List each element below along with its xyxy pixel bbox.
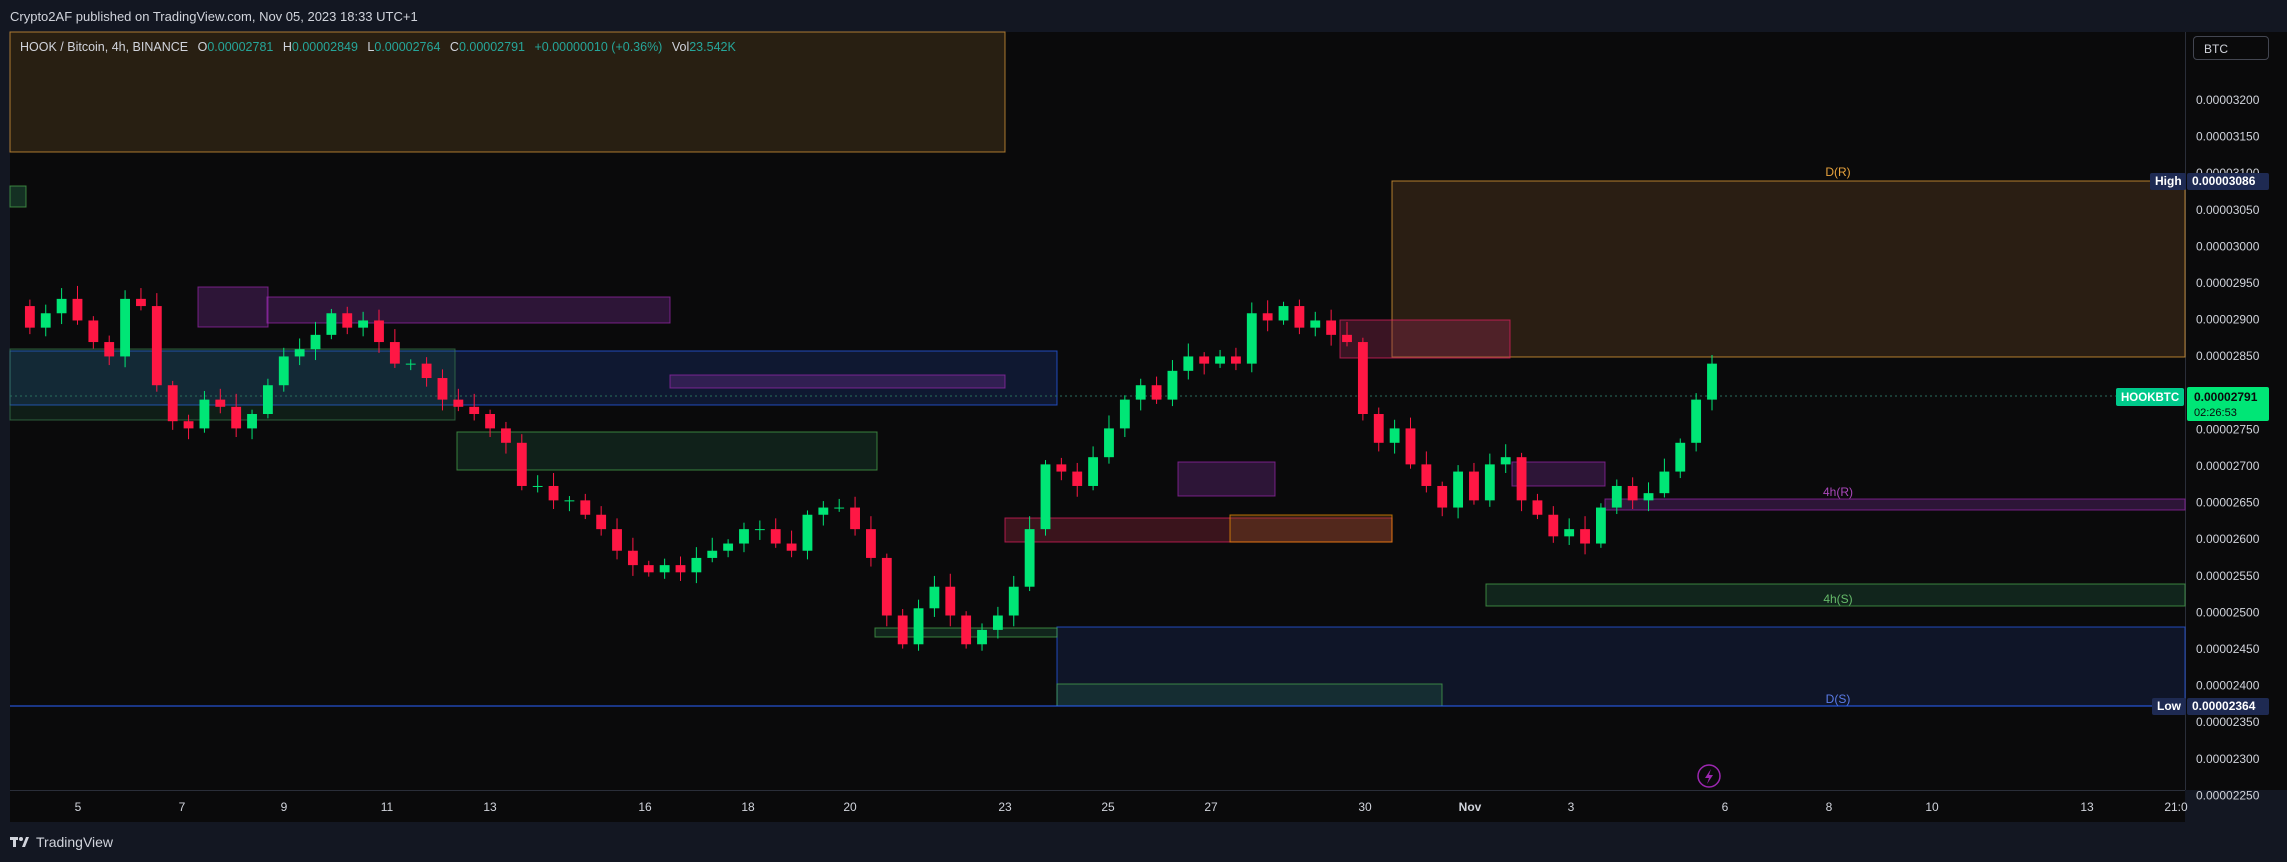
brand[interactable]: TradingView — [10, 834, 113, 850]
bottom-bar: TradingView — [0, 822, 2287, 862]
top-bar: Crypto2AF published on TradingView.com, … — [0, 0, 2287, 32]
tradingview-logo-icon — [10, 837, 29, 847]
close-value: 0.00002791 — [458, 40, 525, 54]
publisher-line: Crypto2AF published on TradingView.com, … — [10, 9, 418, 24]
currency-button[interactable]: BTC — [2193, 36, 2269, 60]
high-label: H — [282, 40, 292, 54]
change-value: +0.00000010 (+0.36%) — [534, 40, 663, 54]
open-value: 0.00002781 — [207, 40, 274, 54]
low-value: 0.00002764 — [374, 40, 441, 54]
high-value: 0.00002849 — [291, 40, 358, 54]
vol-label: Vol — [671, 40, 690, 54]
time-axis[interactable] — [10, 790, 2185, 823]
symbol-title: HOOK / Bitcoin, 4h, BINANCE — [20, 40, 189, 54]
close-label: C — [449, 40, 459, 54]
brand-label: TradingView — [36, 834, 114, 850]
open-label: O — [197, 40, 208, 54]
chart-pane[interactable] — [10, 32, 2185, 790]
price-tick-label: 0.00002250 — [2196, 788, 2260, 802]
price-axis[interactable] — [2185, 32, 2287, 790]
ohlc-legend: HOOK / Bitcoin, 4h, BINANCE O0.00002781 … — [20, 40, 736, 54]
vol-value: 23.542K — [689, 40, 736, 54]
